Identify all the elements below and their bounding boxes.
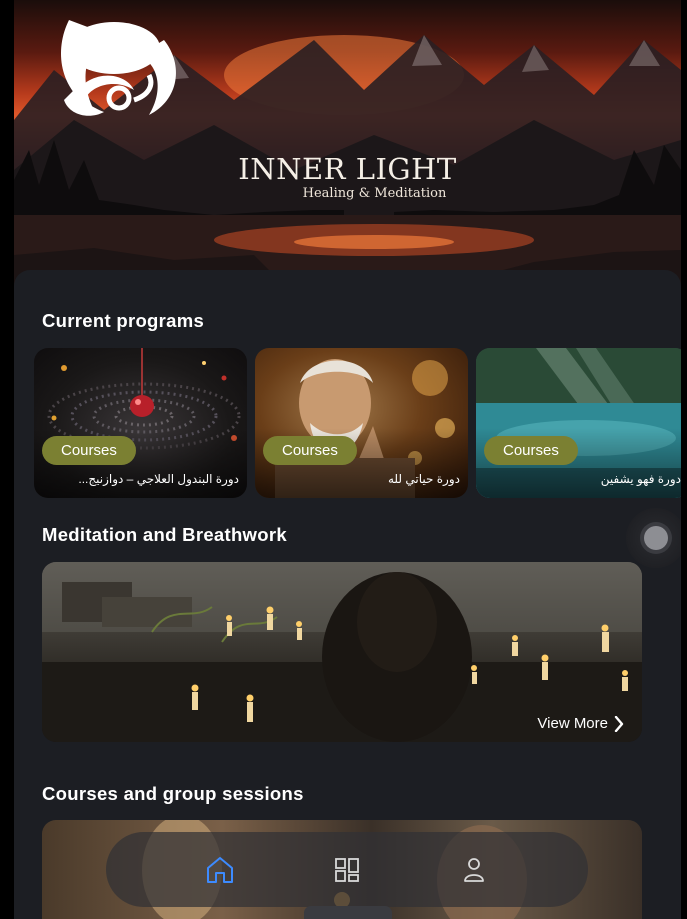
assistive-touch-button[interactable] <box>626 508 681 568</box>
hero-banner: INNER LIGHT Healing & Meditation <box>14 0 681 290</box>
program-title: دورة فهو يشفين <box>600 472 681 486</box>
bottom-navigation <box>106 832 588 907</box>
course-badge: Courses <box>42 436 136 465</box>
courses-heading: Courses and group sessions <box>42 783 304 804</box>
home-indicator <box>304 906 392 919</box>
nav-grid[interactable] <box>322 845 372 895</box>
assistive-dot-icon <box>640 522 672 554</box>
program-card[interactable]: Courses دورة البندول العلاجي – دوازنيج..… <box>34 348 247 498</box>
chevron-right-icon <box>614 715 624 732</box>
view-more-link[interactable]: View More <box>537 715 624 732</box>
program-title: دورة البندول العلاجي – دوازنيج... <box>78 472 239 486</box>
nav-profile[interactable] <box>449 845 499 895</box>
program-title: دورة حياتي لله <box>388 472 460 486</box>
brand-subtitle: Healing & Meditation <box>14 186 681 201</box>
view-more-label: View More <box>537 715 608 732</box>
current-programs-heading: Current programs <box>42 310 205 331</box>
app-screen: INNER LIGHT Healing & Meditation Current… <box>14 0 681 919</box>
program-card[interactable]: Courses دورة حياتي لله <box>255 348 468 498</box>
grid-icon <box>335 857 359 882</box>
user-icon <box>464 857 485 882</box>
home-icon <box>206 856 233 883</box>
meditation-banner[interactable]: View More <box>42 562 642 742</box>
meditation-heading: Meditation and Breathwork <box>42 524 287 545</box>
course-badge: Courses <box>263 436 357 465</box>
programs-carousel[interactable]: Courses دورة البندول العلاجي – دوازنيج..… <box>34 348 681 498</box>
brand-title: INNER LIGHT <box>238 152 457 186</box>
brand-subtitle-text: Healing & Meditation <box>302 186 447 201</box>
program-card[interactable]: Courses دورة فهو يشفين <box>476 348 681 498</box>
nav-home[interactable] <box>195 845 245 895</box>
course-badge: Courses <box>484 436 578 465</box>
